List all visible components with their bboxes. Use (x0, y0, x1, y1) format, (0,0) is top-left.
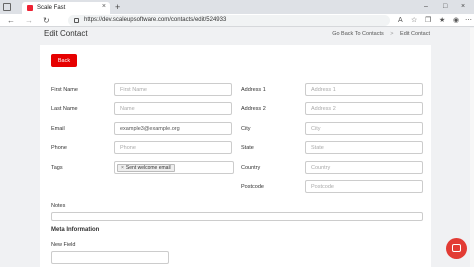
close-window-button[interactable]: × (461, 1, 465, 13)
last-name-label: Last Name (51, 106, 78, 112)
first-name-input[interactable] (114, 83, 232, 96)
reload-icon[interactable]: ↻ (43, 15, 50, 26)
page-scrollbar[interactable] (470, 28, 474, 267)
more-menu-icon[interactable]: ⋯ (465, 16, 472, 26)
phone-label: Phone (51, 145, 67, 151)
forward-arrow-icon[interactable]: → (25, 15, 33, 26)
tab-close-icon[interactable]: × (102, 2, 106, 12)
address1-input[interactable] (305, 83, 423, 96)
postcode-label: Postcode (241, 184, 264, 190)
browser-tab-bar: Scale Fast × + – □ × (0, 0, 474, 14)
first-name-label: First Name (51, 87, 78, 93)
meta-information-heading: Meta Information (51, 227, 100, 233)
breadcrumb-separator: > (390, 31, 394, 37)
tags-input[interactable]: × Sent welcome email (114, 161, 234, 174)
postcode-input[interactable] (305, 180, 423, 193)
city-input[interactable] (305, 122, 423, 135)
chat-widget-button[interactable] (446, 238, 467, 259)
breadcrumb: Go Back To Contacts > Edit Contact (332, 31, 430, 37)
page-title: Edit Contact (44, 29, 88, 38)
email-input[interactable] (114, 122, 232, 135)
tag-remove-icon[interactable]: × (121, 165, 124, 171)
chat-bubble-icon (452, 244, 461, 252)
back-arrow-icon[interactable]: ← (7, 15, 15, 26)
read-aloud-icon[interactable]: A (398, 16, 403, 26)
tag-chip-label: Sent welcome email (125, 165, 171, 171)
edit-contact-card: Back First Name Last Name Email Phone Ta… (40, 45, 431, 267)
country-input[interactable] (305, 161, 423, 174)
back-button[interactable]: Back (51, 54, 77, 67)
profile-icon[interactable]: ◉ (453, 16, 459, 26)
notes-label: Notes (51, 203, 66, 209)
address2-label: Address 2 (241, 106, 266, 112)
tab-title: Scale Fast (37, 5, 66, 11)
new-tab-button[interactable]: + (115, 1, 120, 13)
last-name-input[interactable] (114, 102, 232, 115)
country-label: Country (241, 165, 261, 171)
phone-input[interactable] (114, 141, 232, 154)
state-input[interactable] (305, 141, 423, 154)
new-field-label: New Field (51, 242, 76, 248)
favicon-icon (27, 5, 33, 11)
favorites-icon[interactable]: ★ (439, 16, 445, 26)
lock-icon (74, 18, 79, 23)
address1-label: Address 1 (241, 87, 266, 93)
collections-icon[interactable]: ❐ (425, 16, 431, 26)
favorite-star-icon[interactable]: ☆ (411, 16, 417, 26)
url-bar[interactable]: https://dev.scaleupsoftware.com/contacts… (68, 15, 390, 26)
breadcrumb-current: Edit Contact (400, 31, 430, 37)
url-text: https://dev.scaleupsoftware.com/contacts… (84, 17, 227, 23)
maximize-button[interactable]: □ (443, 1, 447, 13)
state-label: State (241, 145, 254, 151)
address-bar-row: ← → ↻ https://dev.scaleupsoftware.com/co… (0, 14, 474, 27)
window-icon[interactable] (3, 3, 11, 11)
notes-textarea[interactable] (51, 212, 423, 221)
tag-chip: × Sent welcome email (117, 164, 175, 172)
address2-input[interactable] (305, 102, 423, 115)
city-label: City (241, 126, 251, 132)
tags-label: Tags (51, 165, 63, 171)
breadcrumb-contacts-link[interactable]: Go Back To Contacts (332, 31, 384, 37)
email-label: Email (51, 126, 65, 132)
minimize-button[interactable]: – (424, 1, 428, 13)
new-field-input[interactable] (51, 251, 169, 264)
browser-tab[interactable]: Scale Fast × (22, 2, 110, 14)
